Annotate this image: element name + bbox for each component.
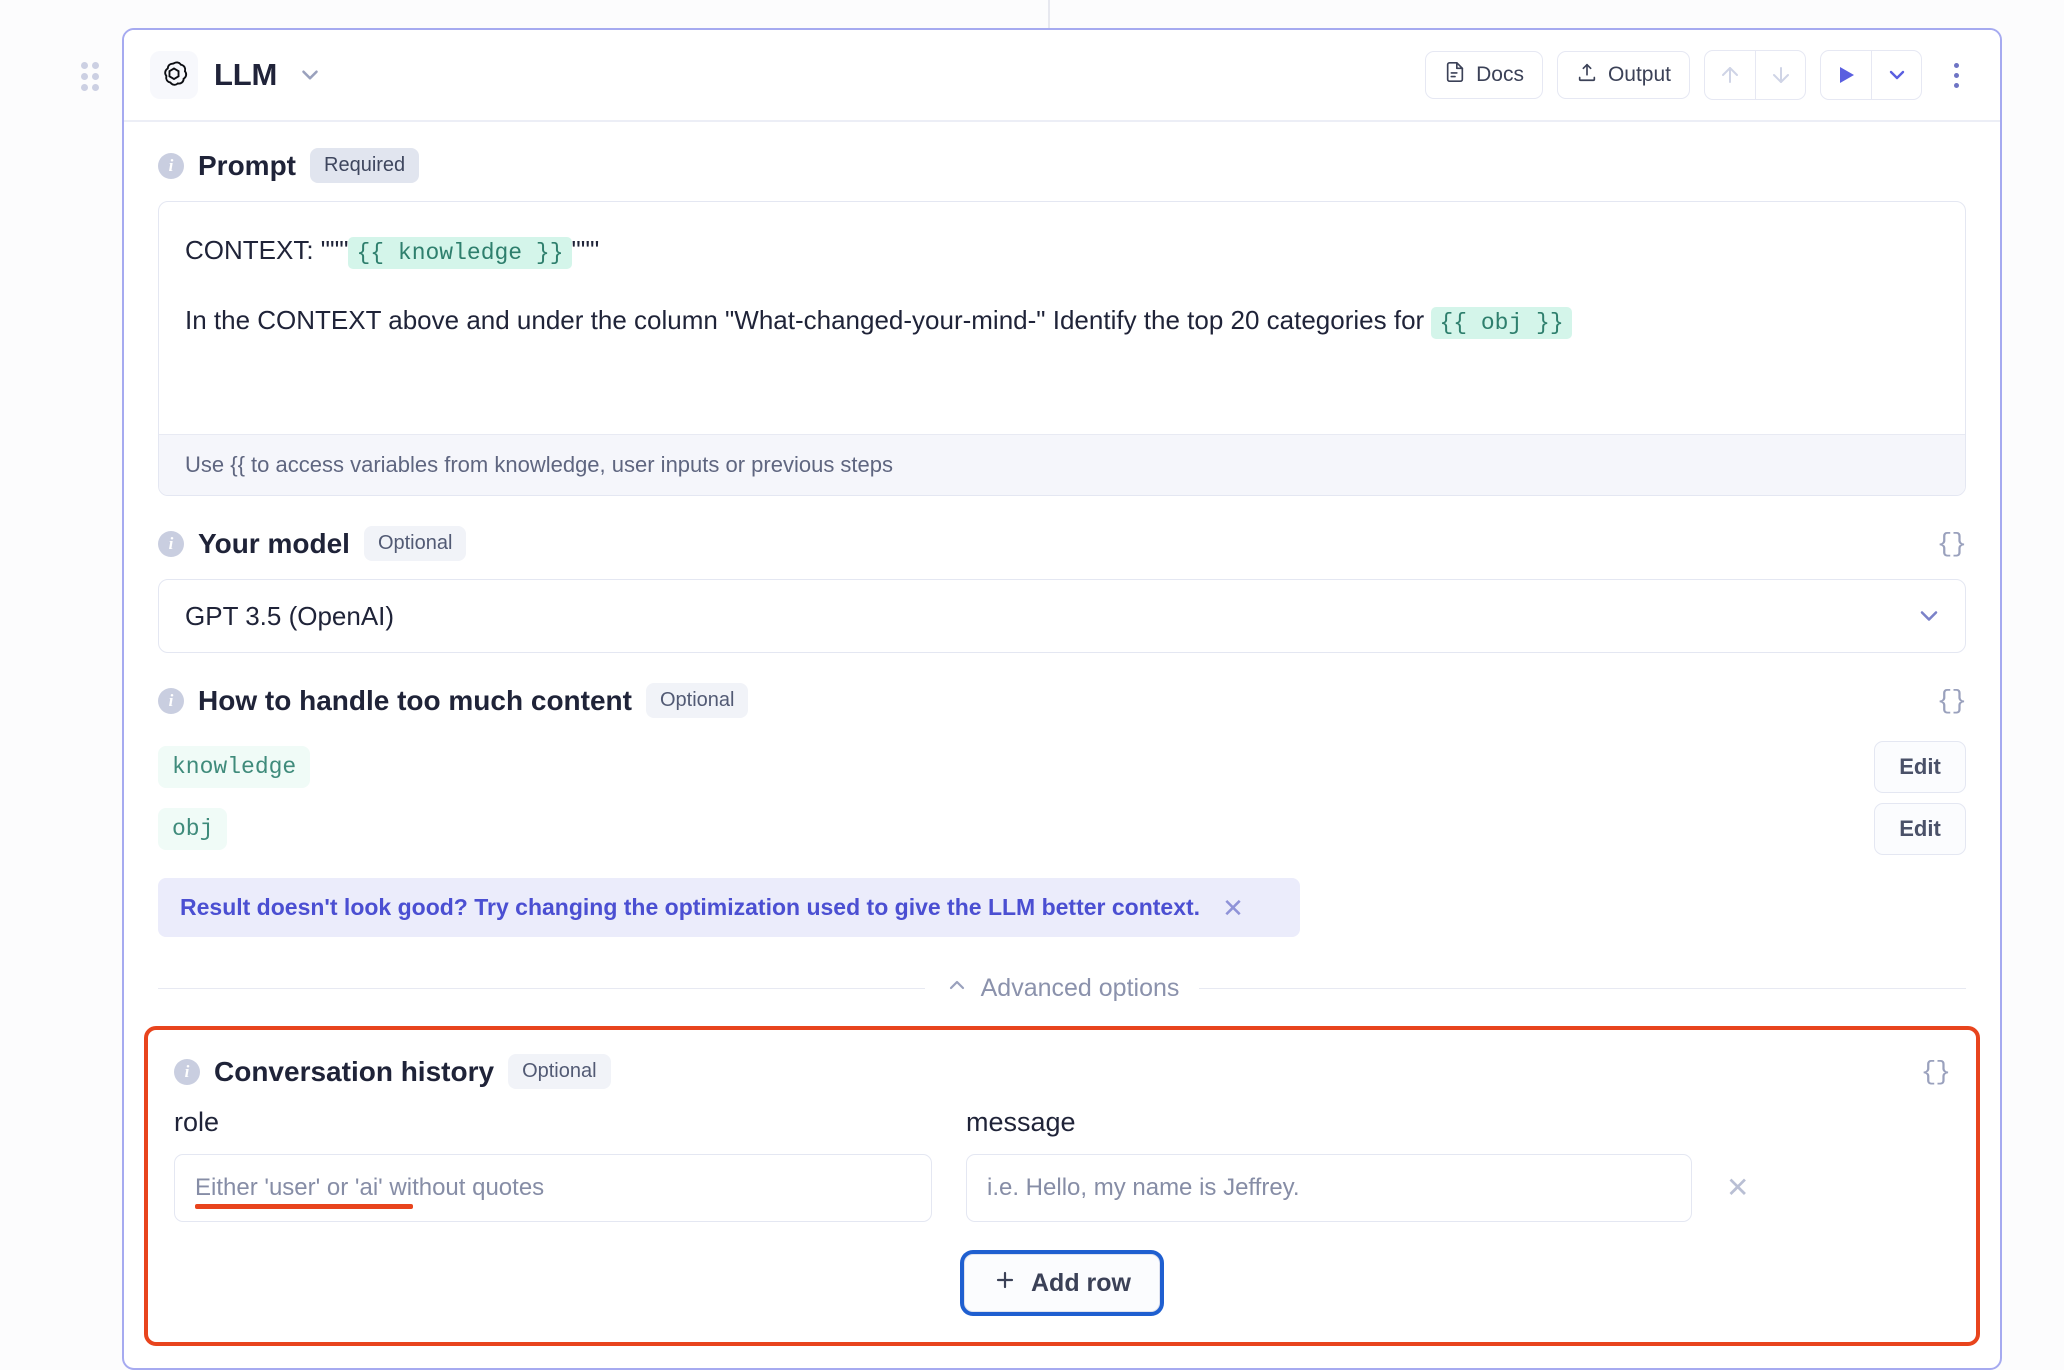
role-column-label: role xyxy=(174,1107,932,1138)
llm-node-card: LLM Docs Output xyxy=(122,28,2002,1370)
run-options-button[interactable] xyxy=(1871,51,1921,99)
drag-dot xyxy=(92,73,99,80)
workflow-canvas: LLM Docs Output xyxy=(0,0,2064,1370)
openai-logo-icon xyxy=(150,51,198,99)
conversation-field-header: i Conversation history Optional {} xyxy=(174,1054,1950,1089)
banner-message: Result doesn't look good? Try changing t… xyxy=(180,894,1200,921)
drag-dot xyxy=(81,84,88,91)
divider-line xyxy=(1199,988,1966,990)
run-node-group xyxy=(1820,50,1922,100)
canvas-connector-line xyxy=(1048,0,1050,30)
move-up-button[interactable] xyxy=(1705,51,1755,99)
role-input-placeholder: Either 'user' or 'ai' without quotes xyxy=(195,1174,544,1202)
model-label: Your model xyxy=(198,528,350,560)
node-body: i Prompt Required CONTEXT: """{{ knowled… xyxy=(124,122,2000,1346)
close-icon[interactable]: ✕ xyxy=(1222,895,1244,921)
prompt-line1-prefix: CONTEXT: """ xyxy=(185,235,348,265)
output-button-label: Output xyxy=(1608,63,1671,87)
prompt-editor[interactable]: CONTEXT: """{{ knowledge }}""" In the CO… xyxy=(158,201,1966,496)
node-drag-handle[interactable] xyxy=(78,62,104,92)
prompt-hint-text: Use {{ to access variables from knowledg… xyxy=(159,434,1965,495)
prompt-label: Prompt xyxy=(198,150,296,182)
prompt-textarea[interactable]: CONTEXT: """{{ knowledge }}""" In the CO… xyxy=(159,202,1965,434)
prompt-line-1: CONTEXT: """{{ knowledge }}""" xyxy=(185,230,1939,272)
kebab-dot xyxy=(1954,63,1959,68)
prompt-line2-prefix: In the CONTEXT above and under the colum… xyxy=(185,305,1424,335)
add-row-wrap: Add row xyxy=(174,1254,1950,1312)
info-icon[interactable]: i xyxy=(158,531,184,557)
role-column: role Either 'user' or 'ai' without quote… xyxy=(174,1107,932,1222)
export-icon xyxy=(1576,61,1598,89)
prompt-field-header: i Prompt Required xyxy=(158,148,1966,183)
optional-badge: Optional xyxy=(364,526,467,561)
move-down-button[interactable] xyxy=(1755,51,1805,99)
kebab-dot xyxy=(1954,73,1959,78)
message-input-placeholder: i.e. Hello, my name is Jeffrey. xyxy=(987,1174,1300,1202)
optional-badge: Optional xyxy=(508,1054,611,1089)
conversation-history-section: i Conversation history Optional {} role … xyxy=(144,1026,1980,1346)
drag-dot xyxy=(81,73,88,80)
conversation-row: role Either 'user' or 'ai' without quote… xyxy=(174,1107,1950,1222)
advanced-options-label: Advanced options xyxy=(981,974,1180,1003)
model-section: i Your model Optional {} GPT 3.5 (OpenAI… xyxy=(158,526,1966,653)
overflow-row: obj Edit xyxy=(158,798,1966,860)
code-braces-icon[interactable]: {} xyxy=(1937,686,1966,716)
advanced-options-divider: Advanced options xyxy=(158,973,1966,1004)
overflow-field-header: i How to handle too much content Optiona… xyxy=(158,683,1966,718)
model-select[interactable]: GPT 3.5 (OpenAI) xyxy=(158,579,1966,653)
optional-badge: Optional xyxy=(646,683,749,718)
optimization-banner: Result doesn't look good? Try changing t… xyxy=(158,878,1300,937)
info-icon[interactable]: i xyxy=(174,1059,200,1085)
message-column-label: message xyxy=(966,1107,1692,1138)
message-input[interactable]: i.e. Hello, my name is Jeffrey. xyxy=(966,1154,1692,1222)
variable-pill: knowledge xyxy=(158,746,310,788)
variable-chip-obj[interactable]: {{ obj }} xyxy=(1431,307,1571,339)
move-node-group xyxy=(1704,50,1806,100)
docs-button-label: Docs xyxy=(1476,63,1524,87)
document-icon xyxy=(1444,61,1466,89)
role-input[interactable]: Either 'user' or 'ai' without quotes xyxy=(174,1154,932,1222)
required-badge: Required xyxy=(310,148,419,183)
advanced-options-toggle[interactable]: Advanced options xyxy=(945,973,1180,1004)
node-brand: LLM xyxy=(150,51,327,99)
kebab-dot xyxy=(1954,83,1959,88)
model-field-header: i Your model Optional {} xyxy=(158,526,1966,561)
message-column: message i.e. Hello, my name is Jeffrey. xyxy=(966,1107,1692,1222)
chevron-up-icon xyxy=(945,973,969,1004)
overflow-section: i How to handle too much content Optiona… xyxy=(158,683,1966,937)
edit-button[interactable]: Edit xyxy=(1874,741,1966,793)
edit-button[interactable]: Edit xyxy=(1874,803,1966,855)
drag-dot xyxy=(92,84,99,91)
conversation-label: Conversation history xyxy=(214,1056,494,1088)
output-button[interactable]: Output xyxy=(1557,51,1690,99)
divider-line xyxy=(158,988,925,990)
add-row-label: Add row xyxy=(1031,1269,1131,1298)
header-actions: Docs Output xyxy=(1425,50,1976,100)
prompt-line-2: In the CONTEXT above and under the colum… xyxy=(185,300,1939,342)
docs-button[interactable]: Docs xyxy=(1425,51,1543,99)
prompt-line1-suffix: """ xyxy=(572,235,600,265)
overflow-label: How to handle too much content xyxy=(198,685,632,717)
variable-pill: obj xyxy=(158,808,227,850)
variable-chip-knowledge[interactable]: {{ knowledge }} xyxy=(348,237,571,269)
overflow-row: knowledge Edit xyxy=(158,736,1966,798)
node-header: LLM Docs Output xyxy=(124,30,2000,122)
chevron-down-icon xyxy=(1915,602,1943,630)
code-braces-icon[interactable]: {} xyxy=(1937,529,1966,559)
add-row-button[interactable]: Add row xyxy=(964,1254,1160,1312)
model-select-value: GPT 3.5 (OpenAI) xyxy=(185,601,394,632)
drag-dot xyxy=(81,62,88,69)
info-icon[interactable]: i xyxy=(158,688,184,714)
kebab-menu-icon[interactable] xyxy=(1936,51,1976,99)
info-icon[interactable]: i xyxy=(158,153,184,179)
page-title: LLM xyxy=(214,57,277,93)
role-underline-annotation xyxy=(195,1204,413,1209)
run-button[interactable] xyxy=(1821,51,1871,99)
chevron-down-icon[interactable] xyxy=(293,58,327,92)
plus-icon xyxy=(993,1268,1017,1299)
code-braces-icon[interactable]: {} xyxy=(1921,1057,1950,1087)
drag-dot xyxy=(92,62,99,69)
remove-row-button[interactable]: ✕ xyxy=(1726,1171,1749,1222)
